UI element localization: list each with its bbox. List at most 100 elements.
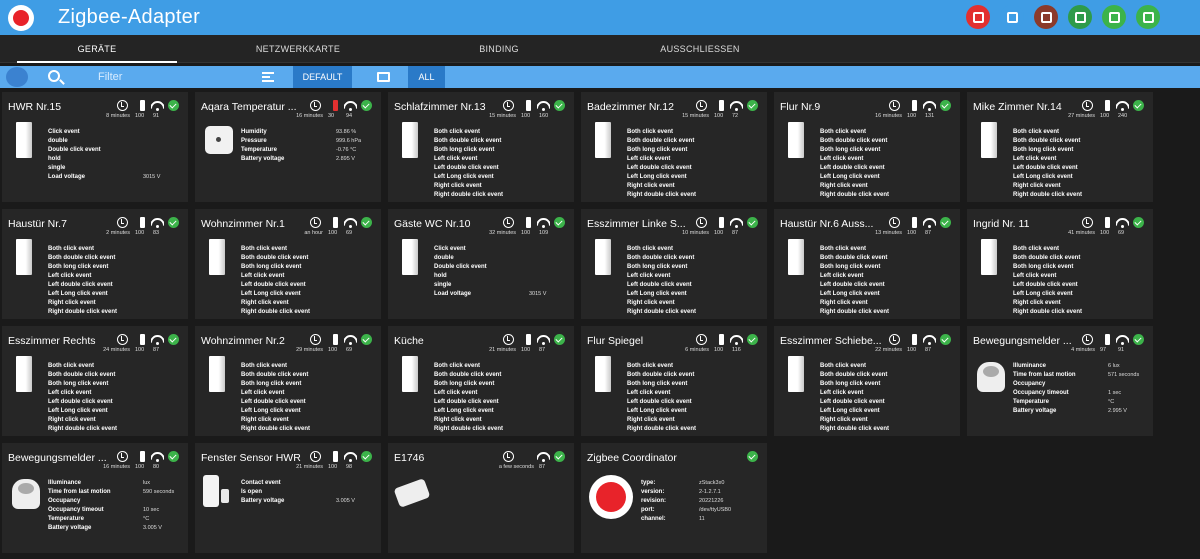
device-card[interactable]: Mike Zimmer Nr.14 240 100 27 minutes Both cl… — [967, 92, 1153, 202]
signal-icon — [537, 217, 550, 228]
state-row: Left Long click event — [241, 291, 301, 297]
device-card[interactable]: Fenster Sensor HWR 98 100 21 minutes Contact… — [195, 443, 381, 553]
filter-input[interactable] — [98, 69, 248, 85]
state-list: Both click event Both double click event B… — [48, 245, 186, 317]
device-card[interactable]: Wohnzimmer Nr.1 69 100 an hour Both click ev… — [195, 209, 381, 319]
tab-bar: GERÄTE NETZWERKKARTE BINDING AUSSCHLIESS… — [0, 35, 1200, 63]
chip-icon[interactable] — [1102, 5, 1126, 29]
device-card[interactable]: Esszimmer Linke S... 87 100 10 minutes Both … — [581, 209, 767, 319]
tab-exclude[interactable]: AUSSCHLIESSEN — [620, 35, 780, 63]
state-row: Time from last motion 571 seconds — [1013, 371, 1151, 380]
state-row: Both click event — [627, 363, 674, 369]
default-filter-button[interactable]: DEFAULT — [293, 66, 352, 88]
status-ok-icon — [554, 100, 565, 111]
state-row: Right double click event — [627, 309, 697, 315]
state-row: Left click event — [434, 390, 478, 396]
status-ok-icon — [554, 334, 565, 345]
state-list: Both click event Both double click event B… — [820, 128, 958, 200]
device-card[interactable]: Schlafzimmer Nr.13 160 100 15 minutes Both c… — [388, 92, 574, 202]
state-row: Pressure 999.6 hPa — [241, 137, 379, 146]
settings-icon[interactable] — [1136, 5, 1160, 29]
state-row: Both double click event — [627, 255, 695, 261]
cookie-icon[interactable] — [1034, 5, 1058, 29]
last-seen: 13 minutes — [875, 230, 902, 236]
device-name: Bewegungsmelder ... — [973, 335, 1072, 347]
state-row: Right click event — [434, 183, 482, 189]
refresh-icon[interactable] — [966, 5, 990, 29]
device-card[interactable]: Ingrid Nr. 11 69 100 41 minutes Both click e… — [967, 209, 1153, 319]
home-icon[interactable] — [6, 67, 28, 87]
state-label: Double click event — [48, 147, 101, 153]
device-card[interactable]: Küche 87 100 21 minutes Both click event Both… — [388, 326, 574, 436]
last-seen: 21 minutes — [296, 464, 323, 470]
state-label: double — [434, 255, 454, 261]
state-value: 3015 V — [529, 291, 547, 297]
state-row: Battery voltage 2.995 V — [1013, 407, 1151, 416]
battery-level: 100 — [907, 230, 917, 236]
device-card[interactable]: HWR Nr.15 91 100 8 minutes Click event double… — [2, 92, 188, 202]
state-row: Illuminance 6 lux — [1013, 362, 1151, 371]
state-row: Both long click event — [48, 381, 109, 387]
state-label: single — [434, 282, 452, 288]
device-card[interactable]: Wohnzimmer Nr.2 69 100 29 minutes Both click… — [195, 326, 381, 436]
state-label: Time from last motion — [1013, 372, 1076, 378]
device-card[interactable]: E1746 87 a few seconds — [388, 443, 574, 553]
status-ok-icon — [361, 100, 372, 111]
tab-devices[interactable]: GERÄTE — [17, 35, 177, 63]
state-label: double — [48, 138, 68, 144]
clock-icon — [1082, 100, 1093, 111]
battery-level: 100 — [521, 347, 531, 353]
switch-device-image — [981, 239, 997, 275]
link-quality: 87 — [539, 464, 546, 470]
device-card[interactable]: Badezimmer Nr.12 72 100 15 minutes Both clic… — [581, 92, 767, 202]
device-card[interactable]: Haustür Nr.7 83 100 2 minutes Both click eve… — [2, 209, 188, 319]
status-ok-icon — [361, 451, 372, 462]
state-row: Left double click event — [820, 399, 885, 405]
state-row: Illuminance lux — [48, 479, 186, 488]
sort-icon[interactable] — [262, 72, 274, 82]
state-list: Both click event Both double click event B… — [241, 362, 379, 434]
device-card[interactable]: Haustür Nr.6 Auss... 87 100 13 minutes Both … — [774, 209, 960, 319]
battery-icon — [333, 217, 338, 228]
battery-icon — [1105, 217, 1110, 228]
tab-network-map[interactable]: NETZWERKKARTE — [218, 35, 378, 63]
device-card[interactable]: Bewegungsmelder ... 80 100 16 minutes Illumi… — [2, 443, 188, 553]
tab-binding[interactable]: BINDING — [419, 35, 579, 63]
last-seen: an hour — [304, 230, 323, 236]
device-card[interactable]: Flur Nr.9 131 100 16 minutes Both click even… — [774, 92, 960, 202]
device-card[interactable]: Bewegungsmelder ... 91 97 4 minutes Illumina… — [967, 326, 1153, 436]
state-row: Left double click event — [627, 282, 692, 288]
signal-icon[interactable] — [1068, 5, 1092, 29]
battery-icon — [140, 100, 145, 111]
state-list: Both click event Both double click event B… — [434, 128, 572, 200]
device-card[interactable]: Gäste WC Nr.10 109 100 32 minutes Click even… — [388, 209, 574, 319]
app-title: Zigbee-Adapter — [58, 6, 201, 28]
state-row: Left double click event — [241, 282, 306, 288]
last-seen: a few seconds — [498, 464, 534, 470]
link-quality: 131 — [925, 113, 935, 119]
state-row: Right double click event — [434, 192, 504, 198]
state-label: revision: — [641, 498, 667, 504]
state-row: Right double click event — [48, 426, 118, 432]
device-card[interactable]: Aqara Temperatur ... 94 30 16 minutes Humidi… — [195, 92, 381, 202]
state-row: channel: 11 — [641, 515, 767, 524]
state-row: Both click event — [627, 246, 674, 252]
device-card[interactable]: Esszimmer Rechts 87 100 24 minutes Both clic… — [2, 326, 188, 436]
search-icon[interactable] — [48, 70, 60, 82]
state-value: °C — [143, 516, 150, 522]
status-ok-icon — [747, 100, 758, 111]
state-row: Left click event — [627, 390, 671, 396]
group-icon[interactable] — [377, 72, 390, 82]
state-row: Left Long click event — [820, 291, 880, 297]
clock-icon — [503, 217, 514, 228]
state-row: Left click event — [1013, 273, 1057, 279]
signal-icon — [151, 100, 164, 111]
signal-icon — [730, 100, 743, 111]
state-label: Occupancy — [48, 498, 81, 504]
device-icon[interactable] — [1000, 5, 1024, 29]
state-list: Both click event Both double click event B… — [241, 245, 379, 317]
device-card[interactable]: Zigbee Coordinator type: zStack3x0 version:… — [581, 443, 767, 553]
device-card[interactable]: Esszimmer Schiebe... 87 100 22 minutes Both … — [774, 326, 960, 436]
all-filter-button[interactable]: ALL — [408, 66, 445, 88]
device-card[interactable]: Flur Spiegel 116 100 6 minutes Both click ev… — [581, 326, 767, 436]
